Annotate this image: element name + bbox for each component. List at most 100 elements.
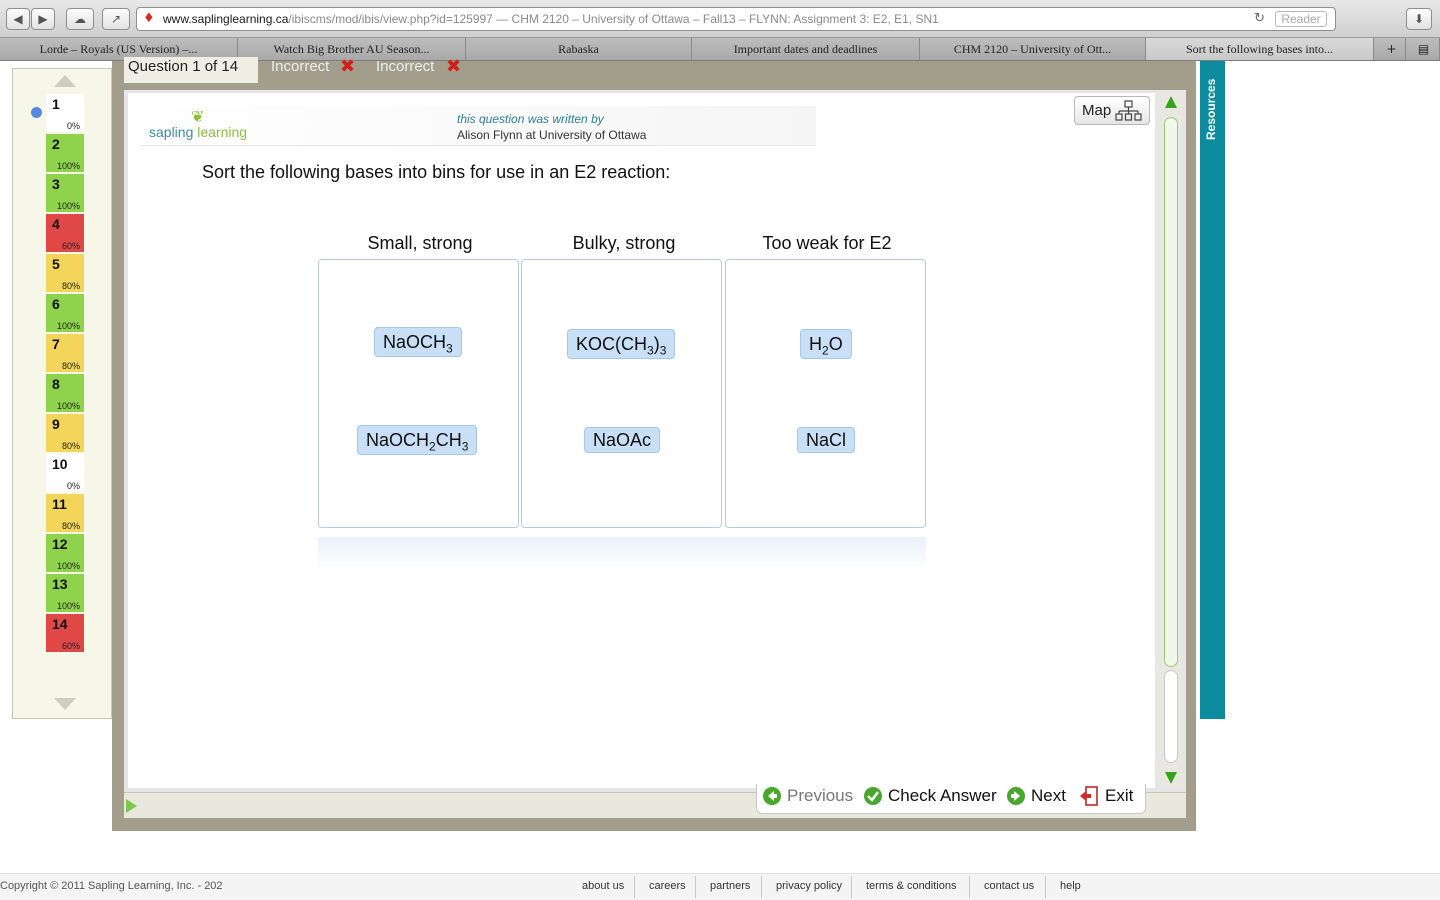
scroll-down-arrow-icon[interactable] [1165, 772, 1177, 784]
scrollbar-thumb[interactable] [1164, 117, 1178, 667]
question-nav-item[interactable]: 4 60% [46, 214, 84, 252]
footer-separator [761, 876, 762, 898]
chip-text: NaOCH [366, 430, 430, 450]
logo-text-sapling: sapling [149, 124, 198, 140]
question-nav-item[interactable]: 1 0% [46, 94, 84, 132]
chip-kocch33[interactable]: KOC(CH3)3 [567, 329, 676, 359]
check-answer-button[interactable]: Check Answer [888, 786, 997, 806]
question-number: 2 [52, 136, 60, 152]
chip-naoch3[interactable]: NaOCH3 [374, 327, 462, 357]
bin-title-bulky-strong: Bulky, strong [572, 233, 676, 253]
back-button[interactable]: ◀ [6, 8, 30, 30]
address-bar[interactable]: ♦ www.saplinglearning.ca/ibiscms/mod/ibi… [136, 7, 1336, 31]
attempt-2-status[interactable]: Incorrect [376, 57, 434, 77]
question-number: 11 [52, 496, 67, 512]
tabs-overview-icon[interactable]: ▤ [1408, 38, 1440, 60]
cloud-icon[interactable]: ☁ [66, 8, 94, 30]
tab-important-dates[interactable]: Important dates and deadlines [692, 38, 920, 60]
chip-text: CH [435, 430, 462, 450]
footer-link-terms[interactable]: terms & conditions [866, 880, 956, 892]
chip-naoac[interactable]: NaOAc [584, 427, 661, 453]
tab-rabaska[interactable]: Rabaska [466, 38, 692, 60]
chip-subscript: 3 [659, 343, 667, 358]
question-number: 1 [52, 96, 60, 112]
question-number: 14 [52, 616, 68, 632]
author-name: Alison Flynn at University of Ottawa [457, 128, 647, 142]
nav-down-arrow-icon[interactable] [54, 698, 76, 710]
exit-button[interactable]: Exit [1105, 786, 1133, 806]
reload-icon[interactable]: ↻ [1254, 8, 1265, 30]
chip-h2o[interactable]: H2O [800, 329, 852, 359]
written-by-label: this question was written by [457, 112, 604, 126]
play-icon[interactable] [126, 799, 137, 813]
question-score: 80% [61, 361, 80, 371]
map-label: Map [1082, 102, 1112, 119]
question-number: 12 [52, 536, 68, 552]
question-score: 100% [56, 201, 80, 211]
page-title: — CHM 2120 – University of Ottawa – Fall… [492, 12, 939, 26]
forward-button[interactable]: ▶ [31, 8, 55, 30]
question-score: 60% [61, 241, 80, 251]
question-number: 9 [52, 416, 60, 432]
question-nav-item[interactable]: 5 80% [46, 254, 84, 292]
chip-naoch2ch3[interactable]: NaOCH2CH3 [357, 425, 478, 455]
question-nav-item[interactable]: 14 60% [46, 614, 84, 652]
chip-text: H [809, 334, 822, 354]
question-nav-item[interactable]: 11 80% [46, 494, 84, 532]
question-nav-item[interactable]: 7 80% [46, 334, 84, 372]
scrollbar-track-lower[interactable] [1164, 670, 1178, 763]
previous-arrow-icon [763, 787, 781, 805]
question-score: 80% [61, 441, 80, 451]
chip-nacl[interactable]: NaCl [797, 427, 856, 453]
question-score: 100% [56, 601, 80, 611]
unsorted-items-tray[interactable] [318, 537, 926, 571]
resources-panel-tab[interactable] [1200, 61, 1225, 719]
incorrect-x-icon: ✖ [340, 56, 356, 77]
share-icon[interactable]: ↗ [102, 8, 130, 30]
footer-separator [1045, 876, 1046, 898]
question-nav-item[interactable]: 12 100% [46, 534, 84, 572]
nav-up-arrow-icon[interactable] [54, 75, 76, 87]
sapling-logo: sapling learning [149, 124, 247, 140]
question-nav-item[interactable]: 3 100% [46, 174, 84, 212]
question-nav-item[interactable]: 2 100% [46, 134, 84, 172]
question-nav-item[interactable]: 8 100% [46, 374, 84, 412]
question-number: 8 [52, 376, 60, 392]
chip-subscript: 3 [647, 343, 654, 358]
question-score: 0% [66, 121, 80, 131]
question-nav-item[interactable]: 10 0% [46, 454, 84, 492]
scroll-up-arrow-icon[interactable] [1165, 96, 1177, 108]
footer-link-careers[interactable]: careers [649, 880, 686, 892]
question-number: 4 [52, 216, 60, 232]
tab-sort-bases[interactable]: Sort the following bases into... [1146, 38, 1374, 60]
bin-too-weak[interactable] [725, 259, 926, 528]
attempt-1-status[interactable]: Incorrect [271, 57, 329, 77]
chip-text: NaOAc [593, 430, 652, 450]
question-score: 80% [61, 521, 80, 531]
exit-door-icon [1080, 786, 1098, 806]
reader-button[interactable]: Reader [1275, 11, 1327, 27]
footer-link-partners[interactable]: partners [710, 880, 750, 892]
next-button[interactable]: Next [1031, 786, 1066, 806]
bin-title-too-weak: Too weak for E2 [762, 233, 892, 253]
footer-link-contact-us[interactable]: contact us [984, 880, 1034, 892]
question-nav-item[interactable]: 13 100% [46, 574, 84, 612]
url-domain: www.saplinglearning.ca [163, 12, 289, 26]
resources-label: Resources [1204, 79, 1218, 140]
bin-bulky-strong[interactable] [521, 259, 722, 528]
footer-link-help[interactable]: help [1060, 880, 1081, 892]
sitemap-icon [1115, 100, 1142, 121]
bin-small-strong[interactable] [318, 259, 519, 528]
question-nav-item[interactable]: 6 100% [46, 294, 84, 332]
question-score: 100% [56, 161, 80, 171]
download-icon[interactable]: ⬇ [1406, 8, 1432, 30]
footer-link-about-us[interactable]: about us [582, 880, 624, 892]
previous-button[interactable]: Previous [787, 786, 853, 806]
current-question-dot [31, 107, 42, 118]
footer-link-privacy-policy[interactable]: privacy policy [776, 880, 842, 892]
question-score: 60% [61, 641, 80, 651]
url-path: /ibiscms/mod/ibis/view.php?id=125997 [288, 12, 493, 26]
tab-chm2120[interactable]: CHM 2120 – University of Ott... [920, 38, 1146, 60]
question-nav-item[interactable]: 9 80% [46, 414, 84, 452]
new-tab-button[interactable]: + [1378, 38, 1406, 60]
